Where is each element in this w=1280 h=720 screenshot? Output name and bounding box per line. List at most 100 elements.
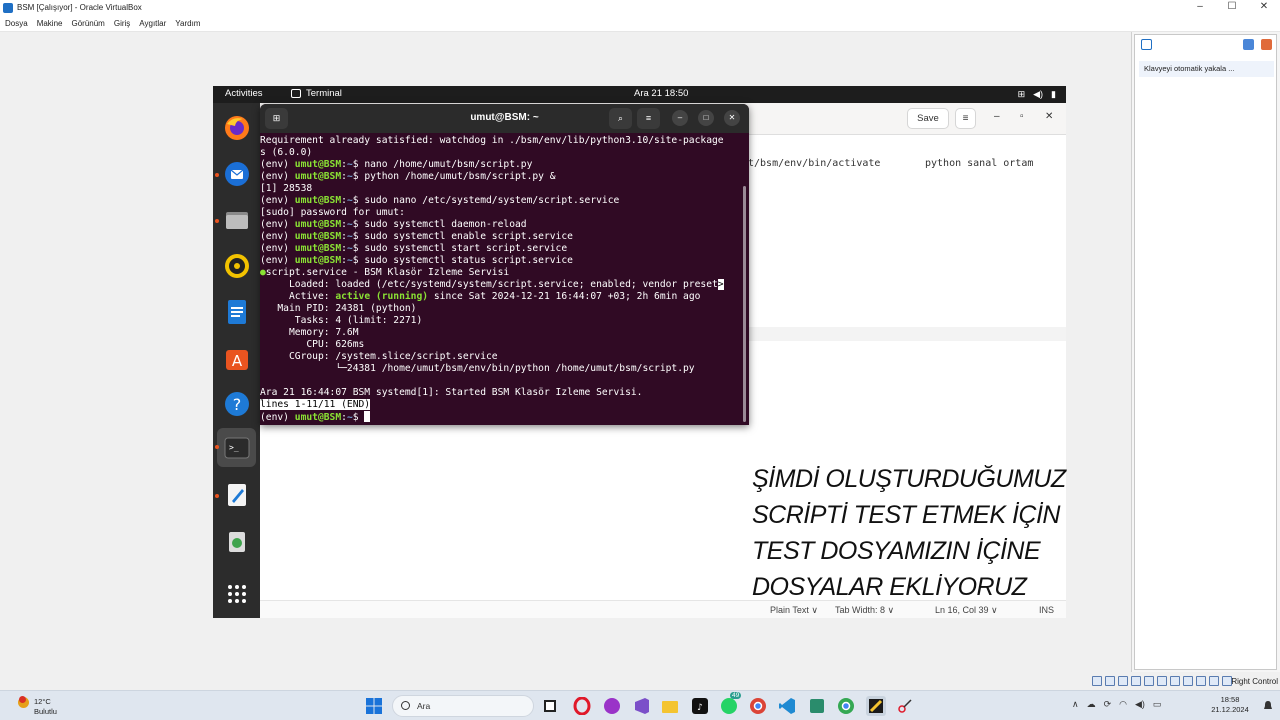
files-icon[interactable] (221, 204, 252, 235)
terminal-scrollbar[interactable] (743, 186, 746, 422)
svg-text:?: ? (232, 395, 241, 414)
app-menu[interactable]: Terminal (291, 88, 342, 99)
cursor-position[interactable]: Ln 16, Col 39 ∨ (935, 605, 998, 616)
tray-chevron-icon[interactable]: ∧ (1072, 699, 1079, 710)
trash-icon[interactable] (221, 525, 252, 556)
thunderbird-icon[interactable] (221, 158, 252, 189)
onedrive-icon[interactable]: ☁ (1087, 699, 1096, 710)
sync-icon[interactable]: ⟳ (1104, 699, 1112, 710)
prompt-dollar: $ (352, 171, 365, 182)
vscode-icon[interactable] (777, 696, 797, 716)
battery-icon[interactable]: ▭ (1153, 699, 1162, 710)
settings-icon[interactable] (1243, 39, 1254, 50)
speaker-icon[interactable]: ◀) (1135, 699, 1145, 710)
recording-icon[interactable] (1183, 676, 1193, 686)
caption-line: TEST DOSYAMIZIN İÇİNE (752, 537, 1041, 565)
editor-menu-button[interactable]: ≡ (955, 108, 976, 129)
notification-pane: Klavyeyi otomatik yakala ... (1131, 32, 1280, 672)
software-icon[interactable]: A (221, 342, 252, 373)
service-name: script.service - BSM Klasör İzleme Servi… (265, 267, 510, 278)
editor-maximize-button[interactable]: ▫ (1020, 111, 1024, 122)
caption-line: ŞİMDİ OLUŞTURDUĞUMUZ (752, 465, 1066, 493)
prompt-env: (env) (260, 231, 295, 242)
terminal-icon[interactable]: >_ (217, 428, 256, 467)
menu-gorunum[interactable]: Görünüm (71, 19, 104, 28)
menu-giris[interactable]: Giriş (114, 19, 130, 28)
usb-icon[interactable] (1144, 676, 1154, 686)
firefox-icon[interactable] (221, 112, 252, 143)
writer-icon[interactable] (221, 296, 252, 327)
save-button[interactable]: Save (907, 108, 949, 129)
shared-folder-icon[interactable] (1157, 676, 1167, 686)
opera-icon[interactable] (572, 696, 592, 716)
apps-grid-icon[interactable] (221, 578, 252, 609)
wifi-icon[interactable]: ◠ (1119, 699, 1127, 710)
close-button[interactable]: ✕ (1248, 0, 1280, 15)
terminal-line: (env) umut@BSM:~$ sudo nano /etc/systemd… (260, 195, 743, 207)
search-box[interactable]: Ara (392, 695, 534, 717)
audio-icon[interactable] (1118, 676, 1128, 686)
whatsapp-icon[interactable]: 49 (719, 692, 742, 716)
activities-button[interactable]: Activities (225, 88, 262, 99)
menu-yardim[interactable]: Yardım (175, 19, 200, 28)
file-explorer-icon[interactable] (660, 696, 680, 716)
help-icon[interactable]: ? (221, 388, 252, 419)
prompt-env: (env) (260, 195, 295, 206)
tiktok-icon[interactable]: ♪ (690, 696, 710, 716)
sway-icon[interactable] (807, 696, 827, 716)
keyboard-capture-notice[interactable]: Klavyeyi otomatik yakala ... (1139, 61, 1274, 77)
chrome-icon[interactable] (748, 696, 768, 716)
display-icon[interactable] (1170, 676, 1180, 686)
terminal-menu-button[interactable]: ≡ (637, 108, 660, 129)
editor-close-button[interactable]: ✕ (1045, 111, 1053, 122)
cpu-icon[interactable] (1196, 676, 1206, 686)
topbar-clock[interactable]: Ara 21 18:50 (634, 88, 688, 99)
snipping-tool-icon[interactable] (895, 696, 915, 716)
minimize-button[interactable]: – (1184, 0, 1216, 15)
weather-widget[interactable]: 12°C Bulutlu (14, 694, 74, 718)
harddisk-icon[interactable] (1092, 676, 1102, 686)
system-tray[interactable]: ∧ ☁ ⟳ ◠ ◀) ▭ (1072, 699, 1161, 710)
language-selector[interactable]: Plain Text ∨ (770, 605, 818, 616)
menu-dosya[interactable]: Dosya (5, 19, 28, 28)
terminal-close-button[interactable]: ✕ (724, 110, 740, 126)
chrome-profile-icon[interactable] (836, 696, 856, 716)
task-view-icon[interactable] (540, 696, 560, 716)
prompt-env: (env) (260, 255, 295, 266)
editor-text-comment[interactable]: python sanal ortam (925, 158, 1033, 169)
start-button[interactable] (364, 696, 384, 716)
pager-status: lines 1-11/11 (END) (260, 399, 371, 410)
text-editor-icon[interactable] (221, 479, 252, 510)
terminal-line: (env) umut@BSM:~$ sudo systemctl enable … (260, 231, 743, 243)
running-indicator (215, 494, 219, 498)
close-pane-icon[interactable] (1261, 39, 1272, 50)
tab-width-selector[interactable]: Tab Width: 8 ∨ (835, 605, 894, 616)
terminal-window[interactable]: ⊞ umut@BSM: ~ ⌕ ≡ – □ ✕ Requirement alre… (260, 104, 749, 425)
terminal-output[interactable]: Requirement already satisfied: watchdog … (260, 135, 743, 425)
virtualbox-taskbar-icon[interactable] (866, 696, 886, 716)
rhythmbox-icon[interactable] (221, 250, 252, 281)
network-adapter-icon[interactable] (1131, 676, 1141, 686)
system-tray[interactable]: ⊞ ◀) ▮ (1018, 89, 1056, 100)
prompt-user: umut@BSM (294, 159, 342, 170)
menu-aygitlar[interactable]: Aygıtlar (139, 19, 166, 28)
taskbar-clock[interactable]: 18:58 21.12.2024 (1208, 695, 1252, 715)
message-icon[interactable] (1141, 39, 1152, 50)
maximize-button[interactable]: ☐ (1216, 0, 1248, 15)
notifications-icon[interactable] (1258, 696, 1278, 716)
editor-minimize-button[interactable]: – (994, 111, 1000, 122)
terminal-maximize-button[interactable]: □ (698, 110, 714, 126)
svg-text:♪: ♪ (697, 703, 703, 713)
edge-icon[interactable] (602, 696, 622, 716)
prompt-dollar: $ (352, 412, 365, 423)
optical-icon[interactable] (1105, 676, 1115, 686)
insert-mode: INS (1039, 605, 1055, 615)
search-icon (401, 701, 410, 710)
menu-makine[interactable]: Makine (37, 19, 63, 28)
editor-text-line[interactable]: t/bsm/env/bin/activate (748, 158, 880, 169)
mouse-icon[interactable] (1209, 676, 1219, 686)
search-button[interactable]: ⌕ (609, 108, 632, 129)
terminal-headerbar: ⊞ umut@BSM: ~ ⌕ ≡ – □ ✕ (260, 104, 749, 133)
visual-studio-icon[interactable] (631, 696, 651, 716)
terminal-minimize-button[interactable]: – (672, 110, 688, 126)
